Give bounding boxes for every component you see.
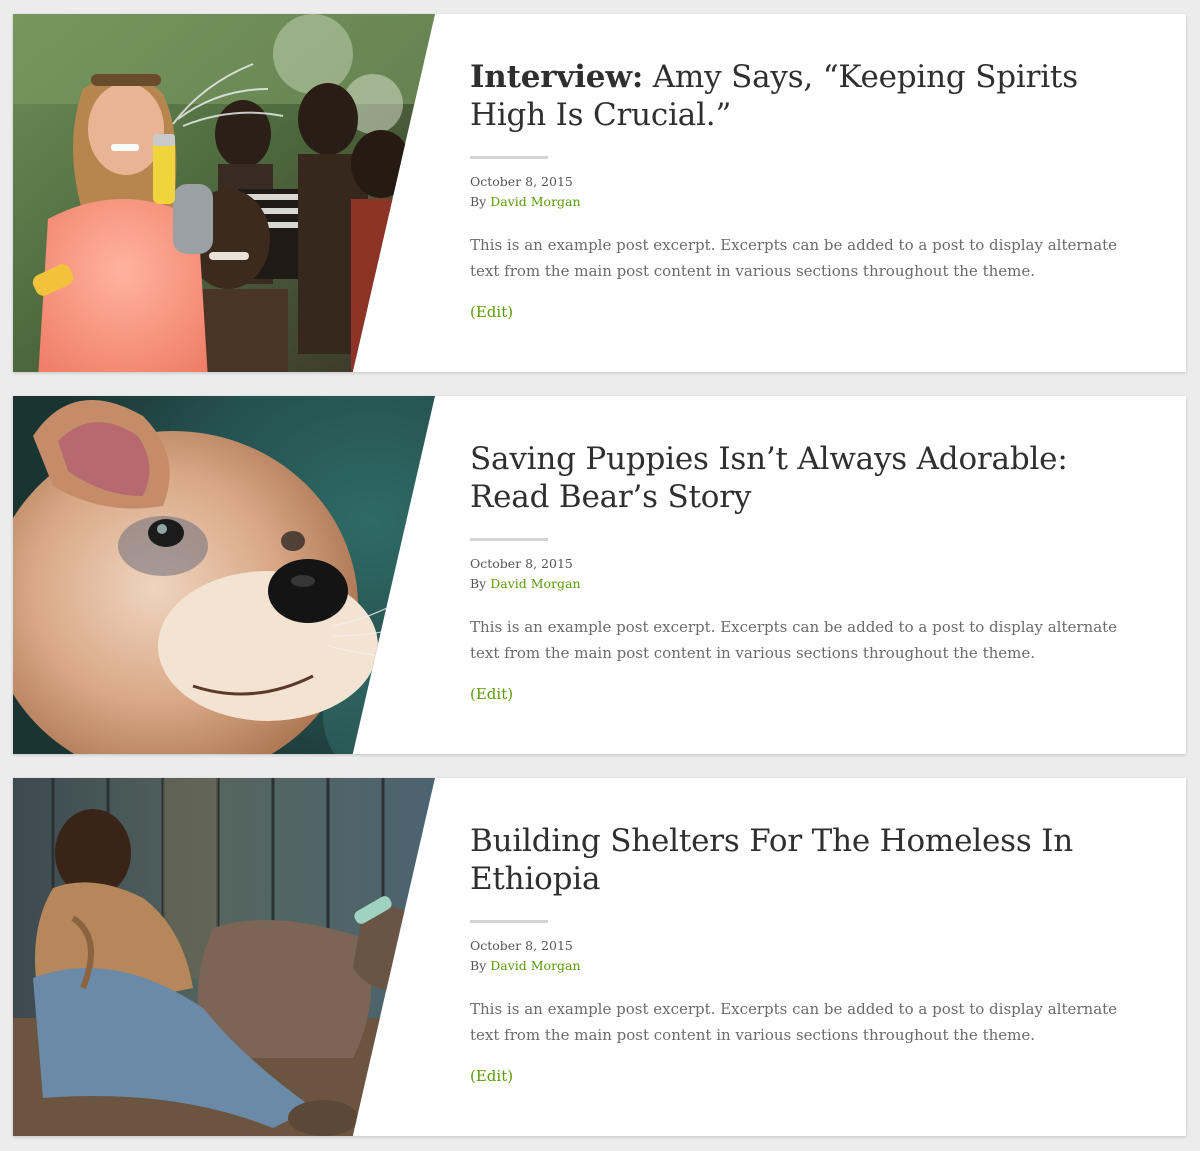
post-title[interactable]: Saving Puppies Isn’t Always Adorable: Re… [470, 440, 1150, 516]
post-title-text[interactable]: Building Shelters For The Homeless In Et… [470, 823, 1073, 897]
post-excerpt: This is an example post excerpt. Excerpt… [470, 236, 1118, 280]
edit-link[interactable]: (Edit) [470, 1065, 513, 1087]
post-content: Interview: Amy Says, “Keeping Spirits Hi… [470, 58, 1150, 323]
edit-link[interactable]: (Edit) [470, 683, 513, 705]
post-title-label[interactable]: Interview: [470, 59, 643, 95]
post-thumbnail[interactable] [13, 396, 435, 754]
post-byline: By David Morgan [470, 192, 1150, 212]
post-byline: By David Morgan [470, 574, 1150, 594]
author-link[interactable]: David Morgan [490, 194, 580, 209]
title-divider [470, 538, 548, 541]
author-link[interactable]: David Morgan [490, 958, 580, 973]
post-content: Building Shelters For The Homeless In Et… [470, 822, 1150, 1087]
post-byline: By David Morgan [470, 956, 1150, 976]
photo-man-resting [13, 778, 435, 1136]
post-thumbnail[interactable] [13, 778, 435, 1136]
post-date: October 8, 2015 [470, 174, 573, 189]
photo-kids-silly-string [13, 14, 435, 372]
title-divider [470, 156, 548, 159]
post-card: Building Shelters For The Homeless In Et… [13, 778, 1186, 1136]
post-date: October 8, 2015 [470, 938, 573, 953]
byline-label: By [470, 194, 487, 209]
post-content: Saving Puppies Isn’t Always Adorable: Re… [470, 440, 1150, 705]
post-title-text[interactable]: Saving Puppies Isn’t Always Adorable: Re… [470, 441, 1068, 515]
post-card: Saving Puppies Isn’t Always Adorable: Re… [13, 396, 1186, 754]
post-thumbnail[interactable] [13, 14, 435, 372]
post-list: Interview: Amy Says, “Keeping Spirits Hi… [13, 14, 1186, 1136]
photo-dog [13, 396, 435, 754]
edit-link[interactable]: (Edit) [470, 301, 513, 323]
post-card: Interview: Amy Says, “Keeping Spirits Hi… [13, 14, 1186, 372]
post-title[interactable]: Building Shelters For The Homeless In Et… [470, 822, 1150, 898]
author-link[interactable]: David Morgan [490, 576, 580, 591]
title-divider [470, 920, 548, 923]
post-excerpt: This is an example post excerpt. Excerpt… [470, 618, 1118, 662]
post-date: October 8, 2015 [470, 556, 573, 571]
byline-label: By [470, 958, 487, 973]
post-excerpt: This is an example post excerpt. Excerpt… [470, 1000, 1118, 1044]
byline-label: By [470, 576, 487, 591]
post-title[interactable]: Interview: Amy Says, “Keeping Spirits Hi… [470, 58, 1150, 134]
